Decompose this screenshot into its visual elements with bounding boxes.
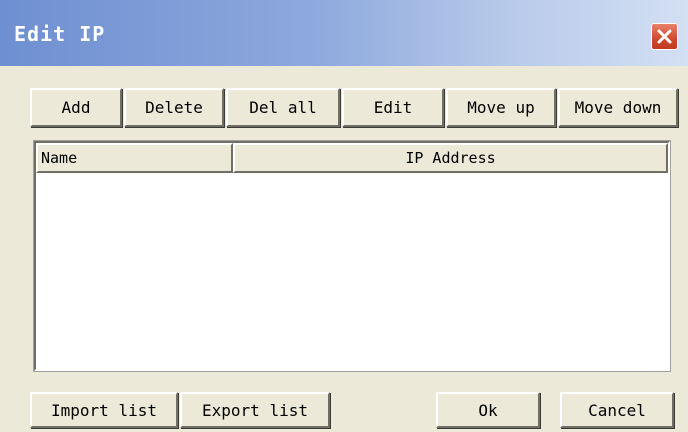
del-all-button[interactable]: Del all (226, 88, 340, 127)
ok-button[interactable]: Ok (436, 392, 540, 428)
column-header-ip-address[interactable]: IP Address (233, 143, 668, 173)
edit-ip-dialog: Edit IP Add Delete Del all Edit Move up … (0, 0, 688, 432)
edit-button[interactable]: Edit (342, 88, 444, 127)
column-header-name-label: Name (41, 149, 78, 167)
ip-list[interactable]: Name IP Address (33, 140, 671, 372)
add-button[interactable]: Add (30, 88, 122, 127)
list-header: Name IP Address (36, 143, 668, 173)
list-body[interactable] (36, 173, 668, 369)
column-header-ip-address-label: IP Address (405, 149, 496, 167)
import-list-button[interactable]: Import list (30, 392, 178, 428)
close-icon (656, 28, 673, 45)
cancel-button[interactable]: Cancel (560, 392, 674, 428)
column-header-name[interactable]: Name (36, 143, 233, 173)
move-down-button[interactable]: Move down (558, 88, 678, 127)
title-bar[interactable]: Edit IP (0, 0, 688, 66)
window-title: Edit IP (14, 22, 106, 46)
close-button[interactable] (651, 23, 678, 50)
export-list-button[interactable]: Export list (180, 392, 330, 428)
move-up-button[interactable]: Move up (446, 88, 556, 127)
delete-button[interactable]: Delete (124, 88, 224, 127)
